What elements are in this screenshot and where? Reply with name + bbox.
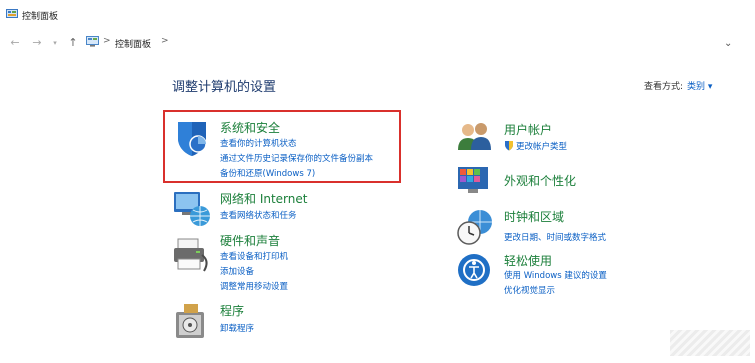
breadcrumb-control-panel[interactable]: 控制面板 xyxy=(115,37,151,50)
link-add-device[interactable]: 添加设备 xyxy=(220,265,254,277)
view-by: 查看方式: 类别 ▾ xyxy=(644,79,712,92)
window-title: 控制面板 xyxy=(22,12,59,22)
breadcrumb-separator[interactable]: > xyxy=(161,36,169,46)
appearance-icon xyxy=(458,167,488,193)
watermark xyxy=(670,330,750,356)
link-view-computer-status[interactable]: 查看你的计算机状态 xyxy=(220,137,297,149)
link-change-date-time-format[interactable]: 更改日期、时间或数字格式 xyxy=(504,231,606,243)
link-network-status[interactable]: 查看网络状态和任务 xyxy=(220,209,297,221)
category-title[interactable]: 程序 xyxy=(220,302,244,319)
back-button[interactable]: ← xyxy=(8,36,22,50)
view-by-dropdown[interactable]: 类别 ▾ xyxy=(687,82,712,92)
users-icon xyxy=(458,123,491,150)
control-panel-location-icon xyxy=(86,36,99,47)
link-recommended-settings[interactable]: 使用 Windows 建议的设置 xyxy=(504,269,607,281)
printer-icon xyxy=(174,238,208,272)
link-mobility-settings[interactable]: 调整常用移动设置 xyxy=(220,280,288,292)
control-panel-icon xyxy=(6,9,18,18)
programs-icon xyxy=(176,304,204,338)
shield-icon xyxy=(178,122,207,156)
up-button[interactable]: ↑ xyxy=(66,36,80,50)
category-title[interactable]: 用户帐户 xyxy=(504,121,552,138)
category-title[interactable]: 时钟和区域 xyxy=(504,208,564,225)
title-bar: 控制面板 xyxy=(0,0,755,28)
category-title[interactable]: 系统和安全 xyxy=(220,119,280,136)
uac-shield-icon xyxy=(505,141,513,151)
link-optimize-visual-display[interactable]: 优化视觉显示 xyxy=(504,284,555,296)
page-title: 调整计算机的设置 xyxy=(172,80,277,95)
category-title[interactable]: 网络和 Internet xyxy=(220,190,307,207)
link-file-history-backup[interactable]: 通过文件历史记录保存你的文件备份副本 xyxy=(220,152,373,164)
category-title[interactable]: 硬件和声音 xyxy=(220,232,280,249)
address-dropdown-button[interactable]: ⌄ xyxy=(724,38,732,49)
navigation-bar: ← → ▾ ↑ xyxy=(0,30,755,56)
category-title[interactable]: 轻松使用 xyxy=(504,252,552,269)
link-backup-restore[interactable]: 备份和还原(Windows 7) xyxy=(220,167,315,179)
link-uninstall-program[interactable]: 卸载程序 xyxy=(220,322,254,334)
recent-locations-icon[interactable]: ▾ xyxy=(48,36,62,50)
clock-globe-icon xyxy=(457,210,492,245)
ease-of-access-icon xyxy=(458,254,490,286)
link-change-account-type[interactable]: 更改帐户类型 xyxy=(516,140,567,152)
forward-button[interactable]: → xyxy=(30,36,44,50)
network-globe-icon xyxy=(174,192,210,226)
category-title[interactable]: 外观和个性化 xyxy=(504,172,576,189)
breadcrumb-separator: > xyxy=(103,36,111,46)
link-devices-printers[interactable]: 查看设备和打印机 xyxy=(220,250,288,262)
view-by-label: 查看方式: xyxy=(644,82,684,92)
